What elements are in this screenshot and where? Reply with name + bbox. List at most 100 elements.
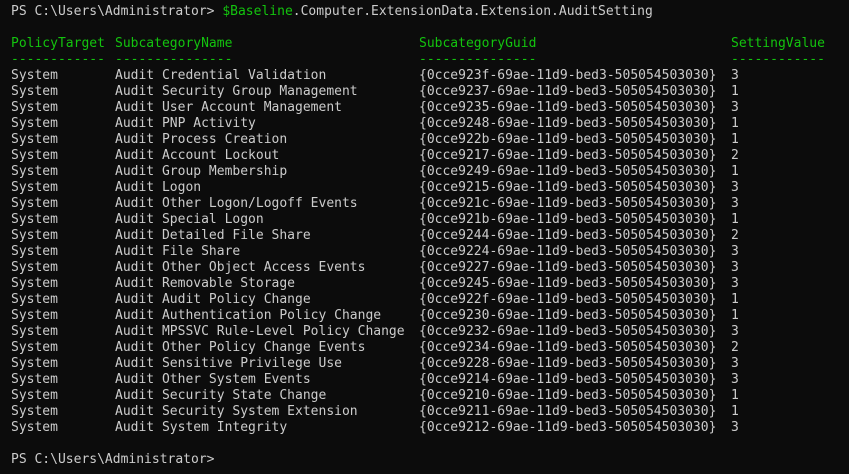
cell-policy-target: System (11, 196, 58, 211)
cell-policy-target: System (11, 228, 58, 243)
cell-policy-target: System (11, 404, 58, 419)
cell-subcategory-name: Audit Security State Change (115, 388, 327, 403)
cell-subcategory-name: Audit Security Group Management (115, 84, 358, 99)
cell-setting-value: 3 (731, 420, 739, 435)
cell-subcategory-name: Audit Detailed File Share (115, 228, 311, 243)
cell-setting-value: 2 (731, 148, 739, 163)
cell-setting-value: 3 (731, 276, 739, 291)
header-setting-value: SettingValue (731, 36, 825, 51)
cell-setting-value: 3 (731, 68, 739, 83)
cell-subcategory-name: Audit File Share (115, 244, 241, 259)
cell-policy-target: System (11, 212, 58, 227)
header-subcategory-name: SubcategoryName (115, 36, 233, 51)
final-prompt: PS C:\Users\Administrator> (11, 452, 215, 467)
cell-subcategory-guid: {0cce921c-69ae-11d9-bed3-505054503030} (419, 196, 717, 211)
cell-policy-target: System (11, 180, 58, 195)
cell-subcategory-guid: {0cce9245-69ae-11d9-bed3-505054503030} (419, 276, 717, 291)
underline-subcategory-guid: --------------- (419, 52, 537, 67)
cell-subcategory-guid: {0cce9210-69ae-11d9-bed3-505054503030} (419, 388, 717, 403)
cell-policy-target: System (11, 100, 58, 115)
cell-setting-value: 1 (731, 404, 739, 419)
cell-setting-value: 1 (731, 132, 739, 147)
cell-setting-value: 1 (731, 292, 739, 307)
cell-subcategory-guid: {0cce922f-69ae-11d9-bed3-505054503030} (419, 292, 717, 307)
cell-subcategory-guid: {0cce9249-69ae-11d9-bed3-505054503030} (419, 164, 717, 179)
cell-setting-value: 2 (731, 340, 739, 355)
cell-policy-target: System (11, 260, 58, 275)
cell-subcategory-guid: {0cce9237-69ae-11d9-bed3-505054503030} (419, 84, 717, 99)
cell-policy-target: System (11, 116, 58, 131)
header-policy-target: PolicyTarget (11, 36, 105, 51)
cell-subcategory-guid: {0cce9215-69ae-11d9-bed3-505054503030} (419, 180, 717, 195)
table-header: PolicyTarget SubcategoryName Subcategory… (11, 36, 825, 52)
cell-policy-target: System (11, 292, 58, 307)
cell-subcategory-guid: {0cce922b-69ae-11d9-bed3-505054503030} (419, 132, 717, 147)
cell-policy-target: System (11, 372, 58, 387)
table-header-underline: ------------ --------------- -----------… (11, 52, 825, 68)
cell-subcategory-guid: {0cce9230-69ae-11d9-bed3-505054503030} (419, 308, 717, 323)
cell-policy-target: System (11, 324, 58, 339)
cell-subcategory-name: Audit Process Creation (115, 132, 288, 147)
cell-subcategory-guid: {0cce9214-69ae-11d9-bed3-505054503030} (419, 372, 717, 387)
cell-policy-target: System (11, 68, 58, 83)
cell-subcategory-guid: {0cce923f-69ae-11d9-bed3-505054503030} (419, 68, 717, 83)
cell-subcategory-name: Audit Other Object Access Events (115, 260, 366, 275)
cell-subcategory-guid: {0cce921b-69ae-11d9-bed3-505054503030} (419, 212, 717, 227)
cell-setting-value: 3 (731, 324, 739, 339)
cell-subcategory-name: Audit MPSSVC Rule-Level Policy Change (115, 324, 405, 339)
cell-policy-target: System (11, 420, 58, 435)
terminal-window[interactable]: PS C:\Users\Administrator> $Baseline.Com… (0, 0, 849, 474)
cell-subcategory-name: Audit Removable Storage (115, 276, 296, 291)
cell-subcategory-guid: {0cce9212-69ae-11d9-bed3-505054503030} (419, 420, 717, 435)
cell-setting-value: 3 (731, 196, 739, 211)
cell-subcategory-name: Audit Group Membership (115, 164, 288, 179)
cell-subcategory-name: Audit Audit Policy Change (115, 292, 311, 307)
cell-policy-target: System (11, 388, 58, 403)
underline-subcategory-name: --------------- (115, 52, 233, 67)
cell-policy-target: System (11, 132, 58, 147)
cell-subcategory-guid: {0cce9211-69ae-11d9-bed3-505054503030} (419, 404, 717, 419)
cell-subcategory-guid: {0cce9244-69ae-11d9-bed3-505054503030} (419, 228, 717, 243)
cell-subcategory-name: Audit Sensitive Privilege Use (115, 356, 342, 371)
final-prompt-line[interactable]: PS C:\Users\Administrator> (11, 452, 217, 468)
cell-subcategory-guid: {0cce9217-69ae-11d9-bed3-505054503030} (419, 148, 717, 163)
cell-setting-value: 1 (731, 164, 739, 179)
cell-subcategory-name: Audit Special Logon (115, 212, 264, 227)
cell-subcategory-name: Audit Account Lockout (115, 148, 280, 163)
cell-policy-target: System (11, 340, 58, 355)
cell-subcategory-name: Audit Logon (115, 180, 202, 195)
cell-subcategory-name: Audit User Account Management (115, 100, 342, 115)
underline-setting-value: ------------ (731, 52, 825, 67)
cell-setting-value: 3 (731, 260, 739, 275)
prompt: PS C:\Users\Administrator> (11, 4, 223, 19)
cell-setting-value: 3 (731, 244, 739, 259)
header-subcategory-guid: SubcategoryGuid (419, 36, 537, 51)
cell-subcategory-name: Audit Authentication Policy Change (115, 308, 382, 323)
cell-subcategory-guid: {0cce9234-69ae-11d9-bed3-505054503030} (419, 340, 717, 355)
cell-setting-value: 1 (731, 308, 739, 323)
cell-policy-target: System (11, 148, 58, 163)
cell-policy-target: System (11, 356, 58, 371)
cell-policy-target: System (11, 84, 58, 99)
cell-setting-value: 3 (731, 180, 739, 195)
cell-subcategory-name: Audit PNP Activity (115, 116, 256, 131)
cell-subcategory-guid: {0cce9228-69ae-11d9-bed3-505054503030} (419, 356, 717, 371)
cell-subcategory-guid: {0cce9248-69ae-11d9-bed3-505054503030} (419, 116, 717, 131)
cell-subcategory-guid: {0cce9227-69ae-11d9-bed3-505054503030} (419, 260, 717, 275)
cell-policy-target: System (11, 276, 58, 291)
cell-subcategory-guid: {0cce9232-69ae-11d9-bed3-505054503030} (419, 324, 717, 339)
cell-subcategory-guid: {0cce9224-69ae-11d9-bed3-505054503030} (419, 244, 717, 259)
underline-policy-target: ------------ (11, 52, 105, 67)
cell-setting-value: 3 (731, 356, 739, 371)
cell-policy-target: System (11, 244, 58, 259)
cell-setting-value: 1 (731, 84, 739, 99)
cell-policy-target: System (11, 164, 58, 179)
command-text: .Computer.ExtensionData.Extension.AuditS… (292, 4, 653, 19)
cell-policy-target: System (11, 308, 58, 323)
cell-subcategory-guid: {0cce9235-69ae-11d9-bed3-505054503030} (419, 100, 717, 115)
cell-subcategory-name: Audit Credential Validation (115, 68, 327, 83)
cell-subcategory-name: Audit Other Policy Change Events (115, 340, 366, 355)
cell-subcategory-name: Audit System Integrity (115, 420, 288, 435)
cell-subcategory-name: Audit Security System Extension (115, 404, 358, 419)
cell-setting-value: 3 (731, 372, 739, 387)
